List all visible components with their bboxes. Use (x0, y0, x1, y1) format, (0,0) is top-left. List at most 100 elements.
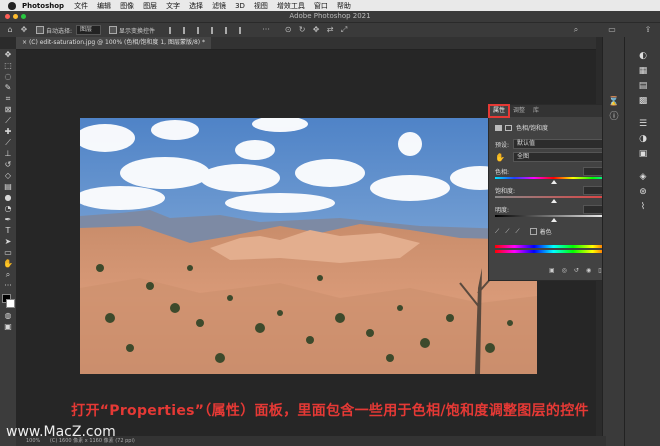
menu-item-file[interactable]: 文件 (74, 1, 88, 11)
menu-item-select[interactable]: 选择 (189, 1, 203, 11)
lightness-slider[interactable] (495, 215, 612, 222)
menu-item-view[interactable]: 视图 (254, 1, 268, 11)
eyedropper-tool-icon[interactable]: ⟋ (2, 116, 14, 126)
quick-mask-icon[interactable]: ◍ (2, 311, 14, 321)
menu-item-type[interactable]: 文字 (166, 1, 180, 11)
zoom-tool-icon[interactable]: ⌕ (2, 270, 14, 280)
saturation-slider[interactable] (495, 196, 612, 203)
adjustment-layer-icon[interactable] (495, 124, 502, 131)
3d-mode-icon[interactable]: ⊙ (284, 26, 292, 34)
auto-select-checkbox[interactable] (36, 26, 44, 34)
history-panel-icon[interactable]: ⌛ (608, 97, 620, 108)
clip-to-layer-icon[interactable]: ▣ (549, 267, 555, 274)
frame-tool-icon[interactable]: ⊠ (2, 105, 14, 115)
align-left-icon[interactable] (169, 26, 178, 34)
menu-item-layer[interactable]: 图层 (143, 1, 157, 11)
history-brush-tool-icon[interactable]: ↺ (2, 160, 14, 170)
clone-stamp-tool-icon[interactable]: ⊥ (2, 149, 14, 159)
menu-item-filter[interactable]: 滤镜 (212, 1, 226, 11)
adjustments-panel-icon[interactable]: ◑ (637, 134, 649, 145)
properties-panel-icon[interactable]: ☰ (637, 119, 649, 130)
channels-panel-icon[interactable]: ⊛ (637, 187, 649, 198)
color-panel-icon[interactable]: ◐ (637, 51, 649, 62)
visibility-icon[interactable]: ◉ (586, 267, 591, 274)
menu-app-name[interactable]: Photoshop (22, 2, 64, 10)
align-center-icon[interactable] (183, 26, 192, 34)
screen-mode-icon[interactable]: ▣ (2, 322, 14, 332)
saturation-slider-thumb[interactable] (551, 199, 557, 203)
tab-properties[interactable]: 属性 (487, 104, 511, 118)
shape-tool-icon[interactable]: ▭ (2, 248, 14, 258)
reset-icon[interactable]: ↺ (574, 267, 579, 274)
healing-brush-tool-icon[interactable]: ✚ (2, 127, 14, 137)
3d-rotate-icon[interactable]: ↻ (298, 26, 306, 34)
marquee-tool-icon[interactable]: ⬚ (2, 61, 14, 71)
align-middle-icon[interactable] (225, 26, 234, 34)
view-previous-icon[interactable]: ◎ (562, 267, 567, 274)
3d-pan-icon[interactable]: ✥ (312, 26, 320, 34)
lightness-slider-thumb[interactable] (551, 218, 557, 222)
properties-footer: ▣ ◎ ↺ ◉ ▯ (549, 267, 602, 274)
align-right-icon[interactable] (197, 26, 206, 34)
type-tool-icon[interactable]: T (2, 226, 14, 236)
dodge-tool-icon[interactable]: ◔ (2, 204, 14, 214)
background-color-swatch[interactable] (6, 299, 15, 308)
close-window-button[interactable] (5, 14, 10, 19)
more-tools-icon[interactable]: ··· (2, 281, 14, 291)
workspace-icon[interactable]: ▭ (608, 26, 616, 34)
canvas-image[interactable] (80, 118, 537, 374)
hand-tool-icon[interactable]: ✋ (2, 259, 14, 269)
home-icon[interactable]: ⌂ (6, 26, 14, 34)
lasso-tool-icon[interactable]: ◌ (2, 72, 14, 82)
colorize-checkbox[interactable] (529, 228, 537, 235)
share-icon[interactable]: ⇪ (644, 26, 652, 34)
eraser-tool-icon[interactable]: ◇ (2, 171, 14, 181)
swatches-panel-icon[interactable]: ▦ (637, 66, 649, 77)
patterns-panel-icon[interactable]: ▩ (637, 96, 649, 107)
paths-panel-icon[interactable]: ⌇ (637, 202, 649, 213)
menu-item-3d[interactable]: 3D (235, 2, 245, 10)
mask-icon[interactable] (505, 124, 512, 131)
brush-tool-icon[interactable]: ⟋ (2, 138, 14, 148)
blur-tool-icon[interactable]: ● (2, 193, 14, 203)
menu-item-image[interactable]: 图像 (120, 1, 134, 11)
eyedropper-subtract-icon[interactable]: ⟋ (515, 228, 519, 236)
move-tool-icon[interactable]: ✥ (2, 50, 14, 60)
pen-tool-icon[interactable]: ✒ (2, 215, 14, 225)
tab-libraries[interactable]: 库 (529, 105, 543, 117)
menu-item-window[interactable]: 窗口 (314, 1, 328, 11)
info-panel-icon[interactable]: ⓘ (608, 112, 620, 123)
document-tab[interactable]: × (C) edit-saturation.jpg @ 100% (色相/饱和度… (16, 37, 212, 49)
menu-item-plugins[interactable]: 增效工具 (277, 1, 305, 11)
hue-slider[interactable] (495, 177, 612, 184)
crop-tool-icon[interactable]: ⌗ (2, 94, 14, 104)
show-transform-checkbox[interactable] (109, 26, 118, 34)
libraries-panel-icon[interactable]: ▣ (637, 149, 649, 160)
quick-select-tool-icon[interactable]: ✎ (2, 83, 14, 93)
zoom-window-button[interactable] (21, 14, 26, 19)
menu-item-edit[interactable]: 编辑 (97, 1, 111, 11)
tab-adjustments[interactable]: 调整 (509, 105, 529, 117)
search-icon[interactable]: ⌕ (572, 26, 580, 34)
move-tool-icon[interactable]: ✥ (20, 26, 28, 34)
color-swatches[interactable] (2, 294, 15, 310)
align-top-icon[interactable] (211, 26, 220, 34)
gradient-tool-icon[interactable]: ▤ (2, 182, 14, 192)
hand-adjust-icon[interactable]: ✋ (495, 153, 505, 162)
hue-slider-thumb[interactable] (551, 180, 557, 184)
close-tab-icon[interactable]: × (22, 39, 29, 46)
auto-select-label: 自动选择: (46, 27, 73, 35)
3d-slide-icon[interactable]: ⇄ (326, 26, 334, 34)
more-options-icon[interactable]: ··· (262, 26, 270, 34)
menu-item-help[interactable]: 帮助 (337, 1, 351, 11)
minimize-window-button[interactable] (13, 14, 18, 19)
3d-scale-icon[interactable]: ⤢ (340, 26, 348, 34)
eyedropper-icon[interactable]: ⟋ (495, 228, 499, 236)
gradients-panel-icon[interactable]: ▤ (637, 81, 649, 92)
path-selection-tool-icon[interactable]: ➤ (2, 237, 14, 247)
auto-select-dropdown[interactable]: 图层 (76, 25, 102, 35)
eyedropper-add-icon[interactable]: ⟋ (505, 228, 509, 236)
apple-icon[interactable] (8, 1, 16, 10)
layers-panel-icon[interactable]: ◈ (637, 172, 649, 183)
align-bottom-icon[interactable] (239, 26, 248, 34)
